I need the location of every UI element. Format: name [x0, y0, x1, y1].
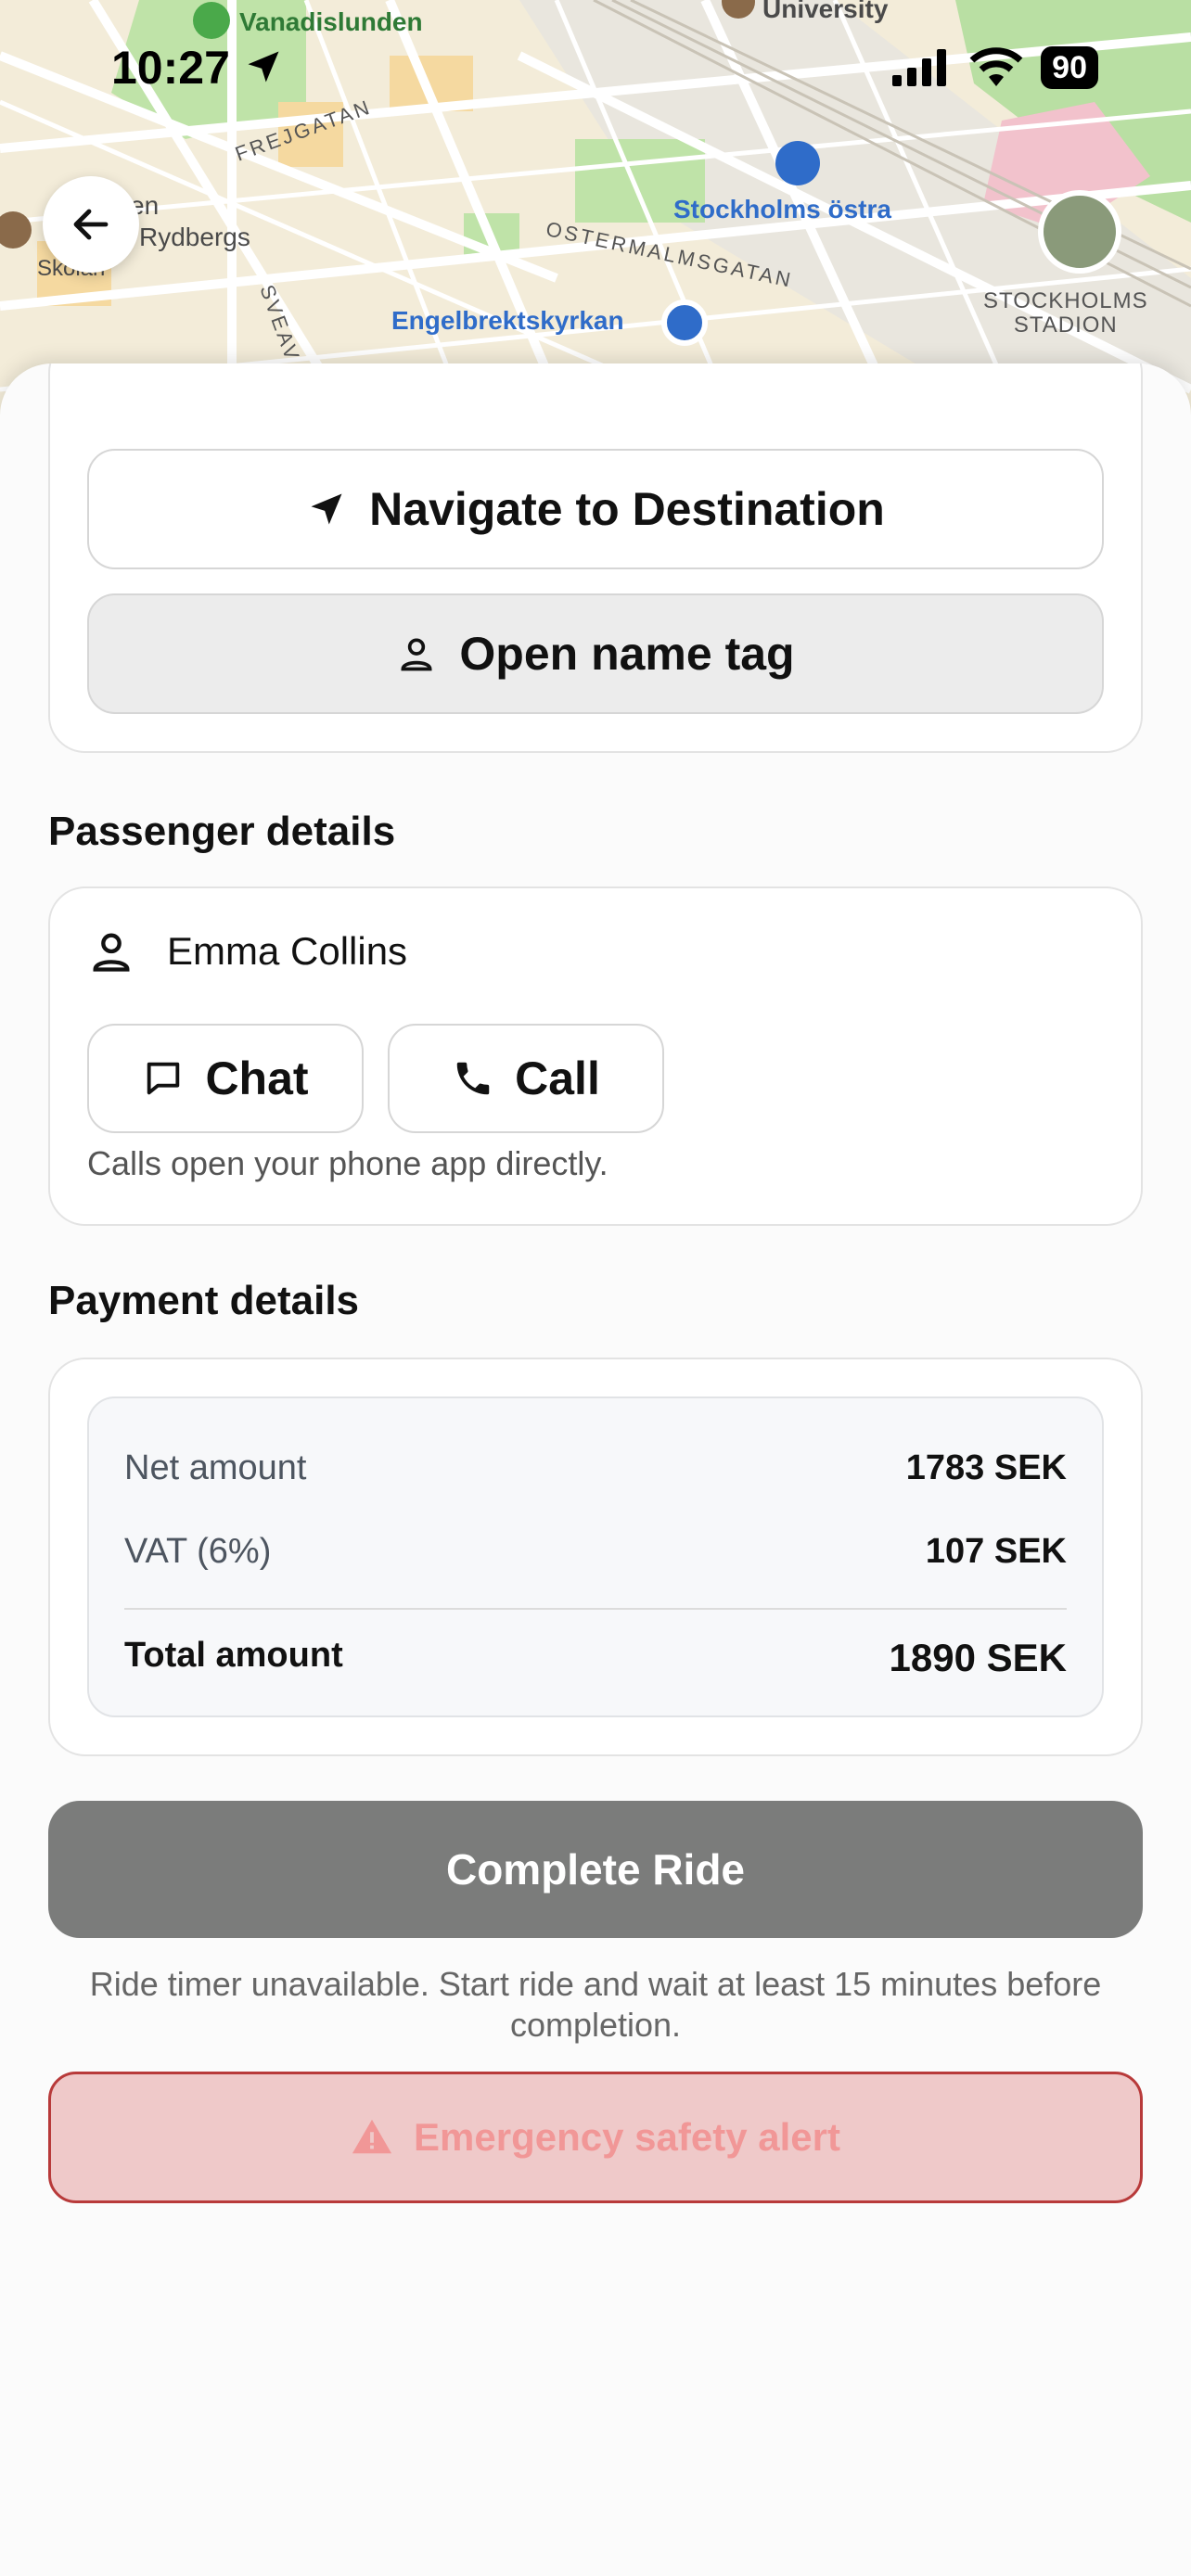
chat-bubble-icon	[147, 1062, 180, 1095]
ride-details-sheet: Navigate to Destination Open name tag Pa…	[0, 363, 1191, 2576]
open-name-tag-button[interactable]: Open name tag	[87, 593, 1104, 714]
vat-label: VAT (6%)	[124, 1532, 272, 1571]
net-amount-row: Net amount 1783 SEK	[124, 1448, 1067, 1488]
call-label: Call	[515, 1052, 600, 1104]
map-label-university: University	[762, 0, 889, 23]
call-button[interactable]: Call	[388, 1024, 664, 1133]
call-hint: Calls open your phone app directly.	[87, 1144, 608, 1182]
complete-ride-button[interactable]: Complete Ride	[48, 1801, 1143, 1938]
signal-icon	[892, 49, 947, 86]
navigate-label: Navigate to Destination	[369, 483, 885, 535]
payment-details-title: Payment details	[48, 1278, 360, 1323]
person-icon	[401, 638, 432, 671]
arrow-left-icon	[73, 209, 109, 240]
status-time-text: 10:27	[111, 42, 230, 94]
total-amount-row: Total amount 1890 SEK	[124, 1636, 1067, 1680]
complete-ride-label: Complete Ride	[445, 1845, 746, 1894]
battery-indicator: 90	[1041, 46, 1098, 89]
warning-triangle-icon	[352, 2119, 392, 2154]
map-label-vanadislunden: Vanadislunden	[239, 7, 423, 36]
navigation-arrow-icon	[311, 493, 342, 525]
back-button[interactable]	[43, 176, 139, 273]
status-icons: 90	[892, 46, 1098, 89]
total-amount-value: 1890 SEK	[889, 1636, 1067, 1679]
passenger-details-title: Passenger details	[48, 809, 396, 854]
passenger-name-row: Emma Collins	[87, 927, 407, 976]
chat-button[interactable]: Chat	[87, 1024, 364, 1133]
total-amount-label: Total amount	[124, 1636, 343, 1675]
net-amount-value: 1783 SEK	[905, 1448, 1067, 1487]
chat-label: Chat	[205, 1052, 309, 1104]
map-label-stockholms-ostra: Stockholms östra	[673, 195, 891, 223]
vat-row: VAT (6%) 107 SEK	[124, 1532, 1067, 1572]
map-label-rydbergs: Rydbergs	[139, 223, 250, 251]
map-label-engelbrektskyrkan: Engelbrektskyrkan	[391, 306, 624, 335]
location-arrow-icon	[248, 51, 279, 83]
emergency-label: Emergency safety alert	[414, 2115, 840, 2159]
payment-divider	[124, 1608, 1067, 1610]
name-tag-label: Open name tag	[459, 628, 795, 680]
wifi-icon	[969, 47, 1023, 86]
emergency-safety-alert-button[interactable]: Emergency safety alert	[48, 2072, 1143, 2203]
map-label-stadion: STOCKHOLMS STADION	[983, 288, 1148, 338]
net-amount-label: Net amount	[124, 1448, 307, 1487]
person-icon	[93, 933, 130, 972]
navigate-to-destination-button[interactable]: Navigate to Destination	[87, 449, 1104, 569]
passenger-name: Emma Collins	[167, 929, 408, 973]
phone-icon	[456, 1062, 490, 1095]
ride-timer-note: Ride timer unavailable. Start ride and w…	[89, 1965, 1102, 2044]
vat-value: 107 SEK	[925, 1532, 1067, 1571]
status-time: 10:27	[111, 41, 284, 95]
payment-breakdown: Net amount 1783 SEK VAT (6%) 107 SEK Tot…	[87, 1396, 1104, 1717]
